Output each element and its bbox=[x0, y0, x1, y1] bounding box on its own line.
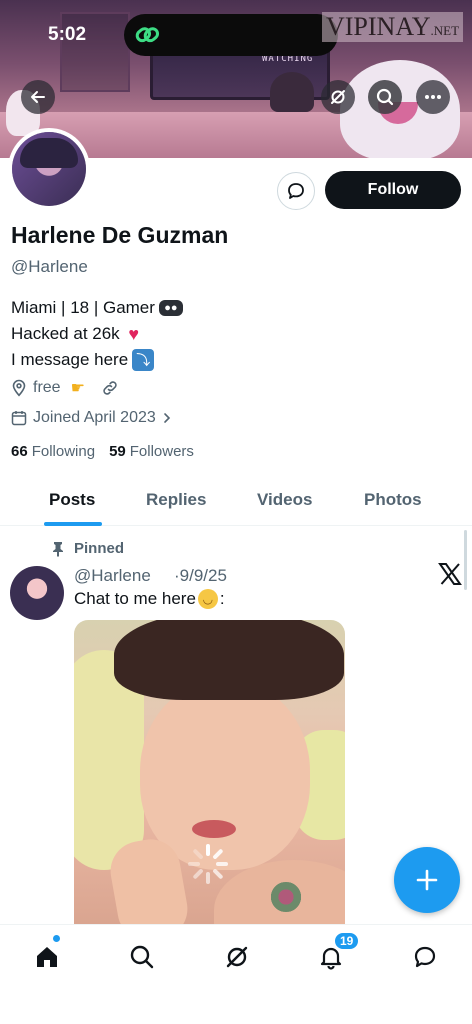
bio-line-text: I message here bbox=[11, 350, 129, 369]
compose-button[interactable] bbox=[394, 847, 460, 913]
arrow-left-icon bbox=[31, 91, 45, 103]
bio-line: I message here ⤵ bbox=[11, 347, 183, 373]
follow-button[interactable]: Follow bbox=[325, 171, 461, 209]
gamepad-icon: ●● bbox=[158, 300, 183, 316]
smiling-face-icon: ◡ bbox=[197, 589, 218, 609]
post-text-body: Chat to me here bbox=[74, 589, 196, 608]
nav-search[interactable] bbox=[122, 937, 162, 977]
display-name: Harlene De Guzman bbox=[11, 222, 229, 248]
watermark: VIPINAY.NET bbox=[322, 12, 464, 42]
active-tab-indicator bbox=[44, 522, 102, 526]
profile-location: free ☛ bbox=[11, 378, 119, 398]
search-icon bbox=[130, 945, 154, 969]
followers-label: Followers bbox=[129, 443, 194, 460]
location-text: free bbox=[33, 379, 61, 396]
link-icon[interactable] bbox=[101, 379, 119, 397]
photo-tattoo bbox=[266, 882, 306, 912]
follow-stats: 66 Following 59 Followers bbox=[11, 443, 194, 460]
profile-avatar[interactable] bbox=[8, 128, 90, 210]
tab-posts[interactable]: Posts bbox=[49, 490, 95, 510]
notifications-badge: 19 bbox=[333, 931, 361, 951]
more-button[interactable] bbox=[416, 80, 450, 114]
search-button[interactable] bbox=[368, 80, 402, 114]
joined-text: Joined April 2023 bbox=[33, 409, 156, 426]
post-handle[interactable]: @Harlene bbox=[74, 566, 151, 586]
broken-heart-icon: ♥ bbox=[128, 324, 140, 344]
banner-kettle bbox=[270, 72, 314, 112]
home-unread-dot bbox=[53, 935, 60, 942]
profile-joined[interactable]: Joined April 2023 bbox=[11, 409, 172, 427]
following-link[interactable]: 66 Following bbox=[11, 443, 95, 460]
following-count: 66 bbox=[11, 443, 28, 460]
post-text: Chat to me here ◡ : bbox=[74, 589, 225, 609]
watermark-main: VIPINAY bbox=[326, 12, 431, 41]
calendar-icon bbox=[11, 411, 27, 426]
back-button[interactable] bbox=[21, 80, 55, 114]
pin-icon bbox=[53, 541, 63, 556]
x-logo-icon[interactable] bbox=[437, 561, 463, 587]
profile-handle: @Harlene bbox=[11, 257, 88, 276]
chevron-right-icon bbox=[163, 413, 170, 423]
nav-messages[interactable] bbox=[405, 937, 445, 977]
message-bubble-icon bbox=[288, 183, 304, 199]
scrollbar[interactable] bbox=[464, 530, 467, 590]
watermark-suffix: .NET bbox=[430, 23, 460, 38]
location-pin-icon bbox=[12, 379, 26, 397]
post-text-suffix: : bbox=[219, 589, 225, 608]
home-icon bbox=[37, 947, 57, 967]
tab-photos[interactable]: Photos bbox=[364, 490, 422, 510]
following-label: Following bbox=[31, 443, 96, 460]
avatar-hair bbox=[20, 138, 78, 168]
grok-button[interactable] bbox=[321, 80, 355, 114]
message-button[interactable] bbox=[277, 172, 315, 210]
plus-icon bbox=[416, 869, 438, 891]
bio-line-text: Hacked at 26k bbox=[11, 324, 120, 343]
pinned-indicator: Pinned bbox=[52, 540, 124, 557]
bio-line-text: Miami | 18 | Gamer bbox=[11, 298, 155, 317]
profile-bio: Miami | 18 | Gamer ●● Hacked at 26k ♥ I … bbox=[11, 295, 183, 373]
bottom-navigation: 19 bbox=[0, 924, 472, 1024]
pointing-hand-icon: ☛ bbox=[70, 380, 85, 397]
grok-icon bbox=[226, 946, 248, 968]
status-time: 5:02 bbox=[48, 24, 87, 45]
chat-bubble-icon bbox=[414, 946, 436, 968]
chain-link-icon bbox=[135, 27, 160, 43]
bio-line: Miami | 18 | Gamer ●● bbox=[11, 295, 183, 321]
post-date[interactable]: ·9/9/25 bbox=[174, 566, 227, 586]
loading-spinner-icon bbox=[188, 844, 228, 884]
photo-lips bbox=[192, 820, 236, 838]
tab-videos[interactable]: Videos bbox=[257, 490, 312, 510]
avatar-image bbox=[12, 132, 86, 206]
dynamic-island bbox=[124, 14, 338, 56]
nav-home[interactable] bbox=[27, 937, 67, 977]
bio-line: Hacked at 26k ♥ bbox=[11, 321, 183, 347]
grok-icon bbox=[331, 90, 345, 104]
profile-tabs: Posts Replies Videos Photos bbox=[0, 476, 472, 526]
pinned-label: Pinned bbox=[74, 540, 125, 557]
photo-hair bbox=[114, 620, 344, 700]
more-horizontal-icon bbox=[425, 95, 441, 99]
post-media-image[interactable] bbox=[74, 620, 345, 930]
tab-replies[interactable]: Replies bbox=[146, 490, 206, 510]
arrow-down-right-icon: ⤵ bbox=[132, 349, 155, 371]
nav-grok[interactable] bbox=[217, 937, 257, 977]
search-icon bbox=[376, 88, 394, 106]
post-avatar[interactable] bbox=[10, 566, 64, 620]
followers-link[interactable]: 59 Followers bbox=[109, 443, 194, 460]
followers-count: 59 bbox=[109, 443, 126, 460]
